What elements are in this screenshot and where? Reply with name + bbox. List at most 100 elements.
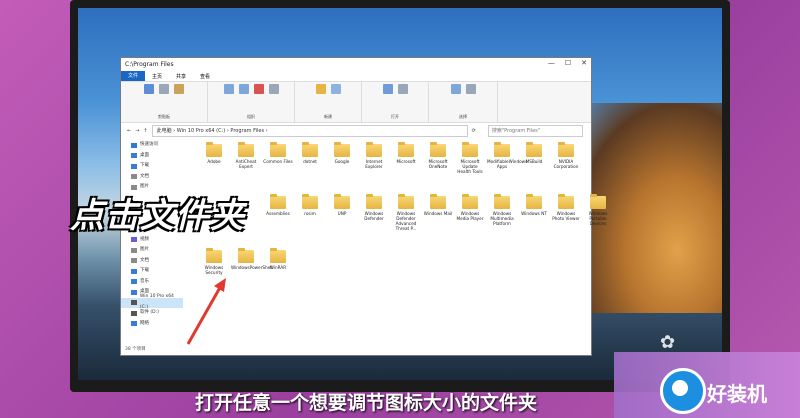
folder-icon <box>206 142 222 157</box>
folder-label: Windows Mail <box>423 211 453 216</box>
folder-icon <box>302 194 318 209</box>
nav-item-label: 软件 (D:) <box>140 310 159 315</box>
nav-item[interactable]: 桌面 <box>121 151 183 162</box>
close-button[interactable]: ✕ <box>581 59 587 67</box>
folder-icon <box>270 248 286 263</box>
folder-item[interactable]: Windows Multimedia Platform <box>487 194 517 226</box>
folder-item[interactable]: rosim <box>295 194 325 216</box>
folder-icon <box>526 194 542 209</box>
folder-item[interactable]: Windows Photo Viewer <box>551 194 581 221</box>
folder-item[interactable]: Common Files <box>263 142 293 164</box>
nav-item-icon <box>131 321 137 327</box>
folder-item[interactable]: ModifiableWindows Apps <box>487 142 528 169</box>
folder-item[interactable]: Windows NT <box>519 194 549 216</box>
folder-icon <box>430 194 446 209</box>
nav-item[interactable]: 文档 <box>121 256 183 267</box>
new-folder-icon[interactable] <box>315 84 326 94</box>
folder-icon <box>590 194 606 209</box>
nav-item-label: 桌面 <box>140 152 149 158</box>
folder-item[interactable]: AntiCheat Expert <box>231 142 261 169</box>
properties-icon[interactable] <box>382 84 393 94</box>
logo-eye-icon <box>672 380 688 396</box>
tab-share[interactable]: 共享 <box>169 73 193 80</box>
folder-item[interactable]: MSBuild <box>519 142 549 164</box>
copy-icon[interactable] <box>159 84 169 94</box>
folder-item[interactable]: WinRAR <box>263 248 293 270</box>
ribbon-group-label: 打开 <box>391 114 399 119</box>
minimize-button[interactable]: — <box>548 59 555 67</box>
folder-label: Microsoft OneNote <box>428 159 448 169</box>
nav-item[interactable]: 文档 <box>121 172 183 183</box>
logo-text: 好装机 <box>707 382 767 406</box>
tab-view[interactable]: 查看 <box>193 73 217 80</box>
select-all-icon[interactable] <box>450 84 461 94</box>
ribbon-tabs: 文件 主页 共享 查看 <box>121 71 591 82</box>
nav-item[interactable]: 快速访问 <box>121 140 183 151</box>
folder-label: UNP <box>337 211 347 216</box>
ribbon-group-label: 组织 <box>247 114 255 119</box>
nav-item[interactable]: 音乐 <box>121 277 183 288</box>
refresh-icon[interactable]: ⟳ <box>472 128 476 134</box>
folder-icon <box>238 248 254 263</box>
folder-icon <box>462 142 478 157</box>
folder-icon <box>270 142 286 157</box>
delete-icon[interactable] <box>253 84 264 94</box>
folder-item[interactable]: Adobe <box>199 142 229 164</box>
folder-icon <box>558 142 574 157</box>
nav-item-icon <box>131 279 137 285</box>
folder-item[interactable]: Windows Mail <box>423 194 453 216</box>
folder-item[interactable]: UNP <box>327 194 357 216</box>
nav-item-label: 音乐 <box>140 278 149 284</box>
nav-item-icon <box>131 289 137 295</box>
tab-file[interactable]: 文件 <box>121 71 146 81</box>
folder-icon <box>526 142 542 157</box>
select-none-icon[interactable] <box>465 84 476 94</box>
folder-item[interactable]: Microsoft Update Health Tools <box>455 142 485 174</box>
folder-label: Microsoft Update Health Tools <box>457 159 483 174</box>
folder-icon <box>334 142 350 157</box>
nav-item-label: 图片 <box>140 247 149 252</box>
subtitle-caption: 打开任意一个想要调节图标大小的文件夹 <box>195 392 538 414</box>
copy-to-icon[interactable] <box>238 84 249 94</box>
folder-label: Common Files <box>263 159 293 164</box>
folder-label: ModifiableWindows Apps <box>487 159 528 169</box>
nav-item[interactable]: 下载 <box>121 161 183 172</box>
folder-label: MSBuild <box>525 159 543 164</box>
nav-item[interactable]: 网络 <box>121 319 183 330</box>
rename-icon[interactable] <box>268 84 279 94</box>
maximize-button[interactable]: ☐ <box>565 59 571 67</box>
nav-item[interactable]: 图片 <box>121 245 183 256</box>
move-icon[interactable] <box>223 84 234 94</box>
folder-item[interactable]: Windows Defender <box>359 194 389 221</box>
folder-item[interactable]: Google <box>327 142 357 164</box>
folder-item[interactable]: Windows Defender Advanced Threat P... <box>391 194 421 231</box>
folder-item[interactable]: Internet Explorer <box>359 142 389 169</box>
folder-item[interactable]: Windows Portable Devices <box>583 194 613 226</box>
ribbon-group-open: 打开 <box>362 82 429 122</box>
title-bar: C:\Program Files — ☐ ✕ <box>121 58 591 71</box>
folder-icon <box>366 142 382 157</box>
folder-label: Google <box>334 159 350 164</box>
folder-item[interactable]: Microsoft <box>391 142 421 164</box>
folder-icon <box>366 194 382 209</box>
nav-item-icon <box>131 247 137 253</box>
breadcrumb[interactable]: 此电脑 › Win 10 Pro x64 (C:) › Program File… <box>151 125 468 137</box>
folder-item[interactable]: Assemblies <box>263 194 293 216</box>
forward-icon[interactable]: → <box>135 128 139 134</box>
new-item-icon[interactable] <box>330 84 341 94</box>
search-input[interactable]: 搜索"Program Files" <box>487 125 583 137</box>
nav-item[interactable]: 下载 <box>121 266 183 277</box>
folder-item[interactable]: Windows Media Player <box>455 194 485 221</box>
paste-icon[interactable] <box>174 84 184 94</box>
folder-item[interactable]: dotnet <box>295 142 325 164</box>
tab-home[interactable]: 主页 <box>145 73 169 80</box>
back-icon[interactable]: ← <box>127 128 131 134</box>
folder-item[interactable]: Microsoft OneNote <box>423 142 453 169</box>
folder-item[interactable]: WindowsPowerShell <box>231 248 273 270</box>
folder-item[interactable]: NVIDIA Corporation <box>551 142 581 169</box>
pin-icon[interactable] <box>144 84 154 94</box>
nav-item[interactable]: Win 10 Pro x64 (C:) <box>121 294 183 310</box>
up-icon[interactable]: ↑ <box>143 128 147 134</box>
folder-label: Windows Portable Devices <box>588 211 608 226</box>
open-icon[interactable] <box>397 84 408 94</box>
